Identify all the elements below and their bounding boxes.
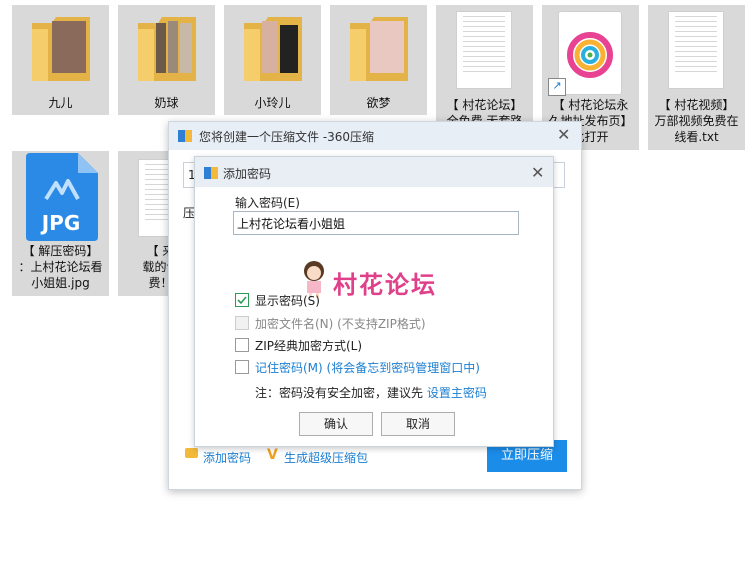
password-dialog-titlebar[interactable]: 添加密码 ✕ xyxy=(195,157,553,187)
compress-dialog-title: 您将创建一个压缩文件 -360压缩 xyxy=(199,130,375,144)
ok-button[interactable]: 确认 xyxy=(299,412,373,436)
item-label-line: 【 村花视频】 xyxy=(658,98,735,112)
file-cunhua-video[interactable]: 【 村花视频】 万部视频免费在 线看.txt xyxy=(648,5,745,150)
folder-icon xyxy=(138,17,196,81)
item-label: 九儿 xyxy=(48,96,73,110)
super-pack-link[interactable]: 生成超级压缩包 xyxy=(284,449,368,466)
folder-xiaolinger[interactable]: 小玲儿 xyxy=(224,5,321,115)
item-label-line: 【 村花论坛永 xyxy=(552,98,629,112)
lock-icon xyxy=(185,448,198,458)
folder-icon xyxy=(350,17,408,81)
remember-password-label: 记住密码(M) (将会备忘到密码管理窗口中) xyxy=(255,361,480,375)
text-document-icon xyxy=(668,11,724,89)
security-note-text: 注：密码没有安全加密，建议先 xyxy=(255,386,427,400)
item-label-line: 小姐姐.jpg xyxy=(31,276,90,290)
item-label: 欲梦 xyxy=(366,96,391,110)
girl-mascot-icon xyxy=(304,261,324,298)
shortcut-arrow-icon: ↗ xyxy=(548,78,566,96)
add-password-dialog: 添加密码 ✕ 输入密码(E) 村花论坛 显示密码(S) 加密文件名(N) (不支… xyxy=(194,156,554,447)
v-badge-icon: V xyxy=(267,447,278,463)
remember-password-checkbox[interactable] xyxy=(235,360,249,374)
password-input-label: 输入密码(E) xyxy=(235,196,300,210)
archive-icon xyxy=(204,167,218,179)
compress-dialog-titlebar[interactable]: 您将创建一个压缩文件 -360压缩 ✕ xyxy=(169,122,581,150)
folder-naiqiu[interactable]: 奶球 xyxy=(118,5,215,115)
archive-icon xyxy=(178,130,192,142)
cancel-button[interactable]: 取消 xyxy=(381,412,455,436)
file-password-jpg[interactable]: JPG 【 解压密码】 ：上村花论坛看 小姐姐.jpg xyxy=(12,151,109,296)
item-label-line: 线看.txt xyxy=(674,130,719,144)
item-label-line: 万部视频免费在 xyxy=(654,114,739,128)
encrypt-filename-checkbox[interactable] xyxy=(235,316,249,330)
password-dialog-title: 添加密码 xyxy=(223,167,272,181)
password-input[interactable] xyxy=(233,211,519,235)
item-label-line: ：上村花论坛看 xyxy=(18,260,103,274)
folder-icon xyxy=(32,17,90,81)
text-document-icon xyxy=(456,11,512,89)
browser-logo-icon xyxy=(567,32,613,78)
security-note: 注：密码没有安全加密，建议先 设置主密码 xyxy=(255,384,487,401)
item-label: 奶球 xyxy=(154,96,179,110)
close-icon[interactable]: ✕ xyxy=(557,127,570,143)
folder-icon xyxy=(244,17,302,81)
show-password-checkbox[interactable] xyxy=(235,293,249,307)
item-label-line: 【 村花论坛】 xyxy=(446,98,523,112)
encrypt-filename-label: 加密文件名(N) (不支持ZIP格式) xyxy=(255,317,426,331)
folder-yumeng[interactable]: 欲梦 xyxy=(330,5,427,115)
close-icon[interactable]: ✕ xyxy=(531,165,544,181)
zip-classic-label: ZIP经典加密方式(L) xyxy=(255,339,363,353)
zip-classic-checkbox[interactable] xyxy=(235,338,249,352)
add-password-link[interactable]: 添加密码 xyxy=(203,449,251,466)
item-label-line: 【 解压密码】 xyxy=(22,244,99,258)
jpg-badge: JPG xyxy=(41,211,81,235)
folder-jiuer[interactable]: 九儿 xyxy=(12,5,109,115)
item-label: 小玲儿 xyxy=(254,96,291,110)
watermark-text: 村花论坛 xyxy=(333,271,437,299)
set-master-password-link[interactable]: 设置主密码 xyxy=(427,386,487,400)
show-password-label: 显示密码(S) xyxy=(255,294,320,308)
